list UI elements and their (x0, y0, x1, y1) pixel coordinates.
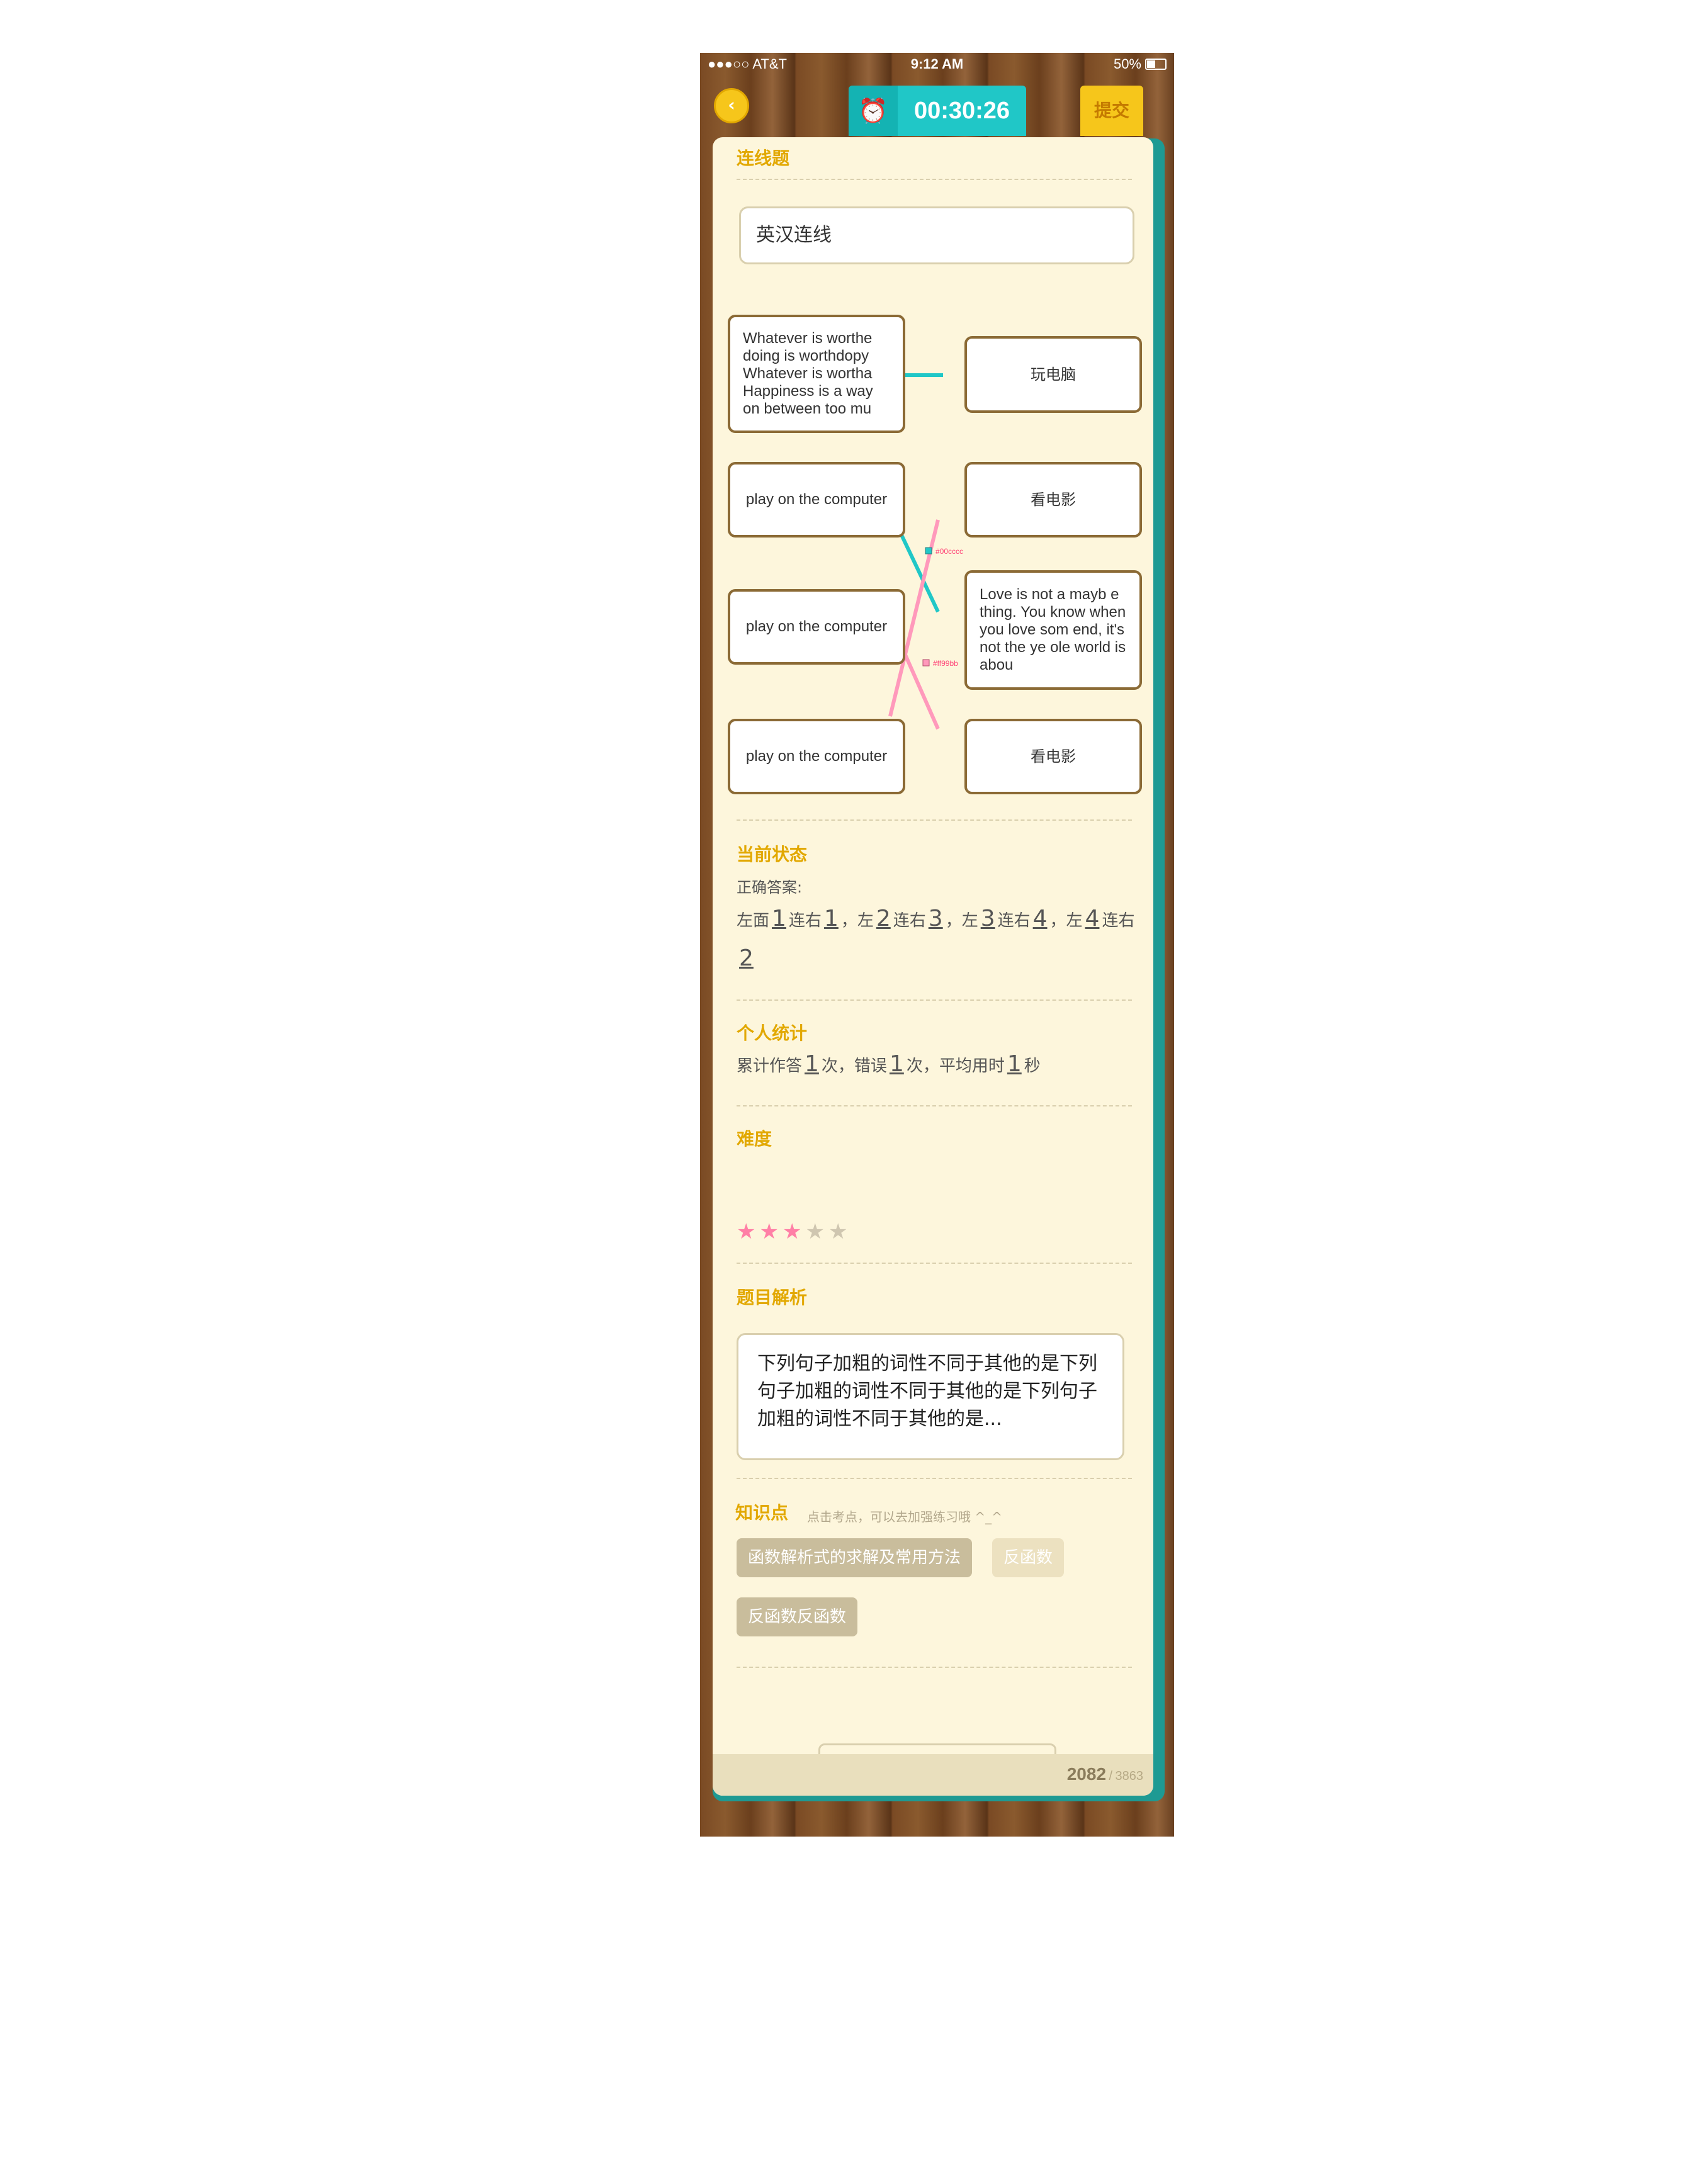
alarm-clock-icon: ⏰ (849, 86, 898, 136)
left-item-2[interactable]: play on the computer (728, 462, 905, 538)
knowledge-tag[interactable]: 反函数反函数 (737, 1597, 858, 1636)
stats-text: 累计作答 1 次，错误 1 次，平均用时 1 秒 (737, 1051, 1041, 1077)
line-label-teal: #00cccc (935, 547, 963, 556)
star-icon: ★ (782, 1219, 802, 1244)
analysis-title: 题目解析 (737, 1287, 808, 1308)
star-icon: ★ (737, 1219, 756, 1244)
divider (737, 819, 1132, 821)
battery-percent: 50% (1113, 56, 1141, 72)
left-item-3[interactable]: play on the computer (728, 589, 905, 665)
divider (737, 999, 1132, 1001)
page-counter: 2082 / 3863 (1067, 1764, 1143, 1784)
phone-screen: ●●●○○ AT&T 9:12 AM 50% ‹ ⏰ 00:30:26 提交 连… (700, 53, 1174, 1837)
right-item-1[interactable]: 玩电脑 (964, 336, 1142, 413)
back-button[interactable]: ‹ (714, 88, 749, 123)
star-icon: ★ (828, 1219, 848, 1244)
left-item-4[interactable]: play on the computer (728, 719, 905, 794)
stats-title: 个人统计 (737, 1023, 808, 1044)
divider (737, 1105, 1132, 1106)
knowledge-title: 知识点 (735, 1502, 789, 1523)
card-footer: 2082 / 3863 (713, 1754, 1153, 1796)
divider (737, 1478, 1132, 1479)
line-handle-pink (922, 659, 930, 667)
star-icon: ★ (759, 1219, 779, 1244)
right-item-4[interactable]: 看电影 (964, 719, 1142, 794)
right-item-2[interactable]: 看电影 (964, 462, 1142, 538)
total-pages: 3863 (1115, 1769, 1144, 1783)
current-page: 2082 (1066, 1764, 1107, 1784)
knowledge-hint: 点击考点，可以去加强练习哦 ^_^ (807, 1509, 1002, 1524)
clock: 9:12 AM (910, 56, 964, 72)
battery-status: 50% (1114, 53, 1167, 76)
right-item-3[interactable]: Love is not a mayb e thing. You know whe… (964, 570, 1142, 690)
correct-answer: 左面 1 连右 1 ，左 2 连右 3 ，左 3 连右 4 ，左 4 连右2 (737, 906, 1135, 971)
answer-label: 正确答案: (737, 879, 803, 896)
divider (737, 1263, 1132, 1264)
line-handle-teal (925, 547, 932, 554)
status-title: 当前状态 (737, 844, 808, 865)
left-item-1[interactable]: Whatever is worthe doing is worthdopy Wh… (728, 315, 905, 433)
line-label-pink: #ff99bb (933, 659, 958, 668)
star-icon: ★ (805, 1219, 825, 1244)
question-card: 连线题 英汉连线 #00cccc #ff99bb Whatever is wor… (713, 137, 1153, 1796)
status-bar: ●●●○○ AT&T 9:12 AM 50% (700, 53, 1174, 76)
knowledge-tag[interactable]: 函数解析式的求解及常用方法 (737, 1538, 973, 1577)
countdown-timer: ⏰ 00:30:26 (849, 86, 1026, 136)
difficulty-stars: ★ ★ ★ ★ ★ (737, 1221, 847, 1242)
divider (737, 1667, 1132, 1668)
difficulty-title: 难度 (737, 1129, 772, 1149)
timer-value: 00:30:26 (913, 97, 1010, 124)
chevron-left-icon: ‹ (728, 94, 735, 115)
submit-button[interactable]: 提交 (1080, 86, 1143, 136)
page-separator: / (1109, 1769, 1113, 1783)
analysis-text: 下列句子加粗的词性不同于其他的是下列句子加粗的词性不同于其他的是下列句子加粗的词… (737, 1333, 1124, 1460)
battery-icon (1145, 59, 1167, 70)
knowledge-tag[interactable]: 反函数 (992, 1538, 1065, 1577)
